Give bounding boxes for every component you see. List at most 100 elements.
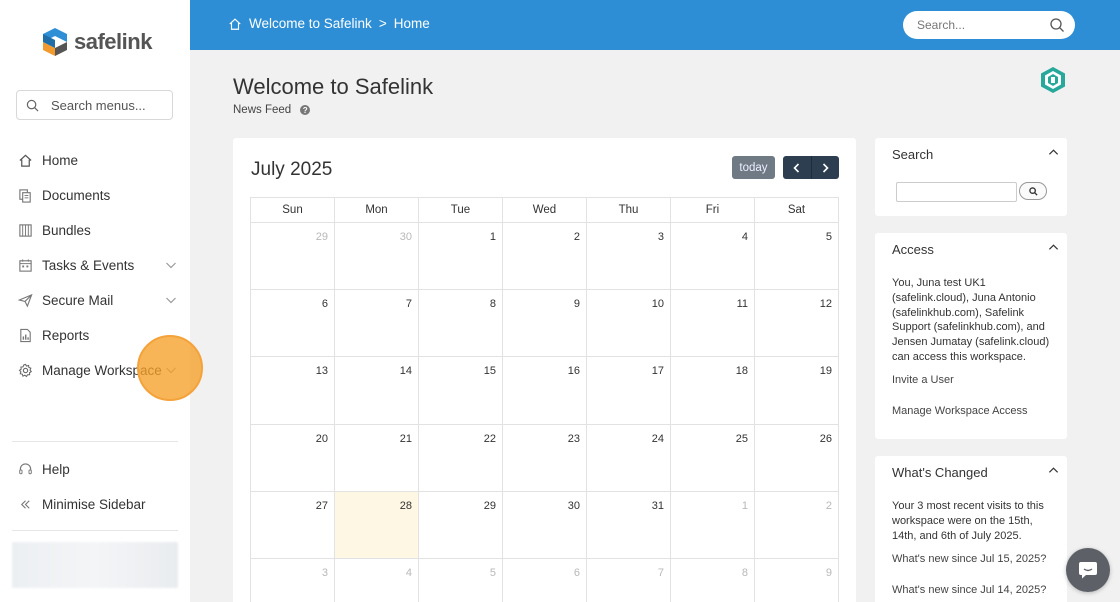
chevron-up-icon[interactable] bbox=[1048, 465, 1059, 476]
calendar-day[interactable]: 13 bbox=[251, 357, 335, 425]
user-profile-blurred[interactable] bbox=[12, 542, 178, 588]
calendar-day[interactable]: 14 bbox=[335, 357, 419, 425]
invite-user-link[interactable]: Invite a User bbox=[892, 374, 954, 386]
calendar-day[interactable]: 20 bbox=[251, 424, 335, 492]
panel-title: What's Changed bbox=[892, 465, 988, 480]
sidebar-item-tasks-events[interactable]: Tasks & Events bbox=[0, 248, 190, 283]
chevron-down-icon[interactable] bbox=[165, 259, 177, 271]
calendar-day[interactable]: 17 bbox=[587, 357, 671, 425]
calendar-day[interactable]: 11 bbox=[671, 290, 755, 358]
prev-month-button[interactable] bbox=[783, 156, 812, 179]
chevron-down-icon[interactable] bbox=[165, 294, 177, 306]
calendar-day[interactable]: 23 bbox=[503, 424, 587, 492]
calendar-day[interactable]: 9 bbox=[503, 290, 587, 358]
calendar-day[interactable]: 9 bbox=[755, 558, 839, 602]
calendar-day[interactable]: 5 bbox=[419, 558, 503, 602]
divider bbox=[12, 530, 178, 531]
breadcrumb-separator: > bbox=[378, 16, 387, 31]
global-search[interactable] bbox=[903, 11, 1075, 39]
weekday-label: Wed bbox=[503, 198, 587, 223]
calendar-day[interactable]: 6 bbox=[503, 558, 587, 602]
calendar-day[interactable]: 31 bbox=[587, 491, 671, 559]
calendar-day[interactable]: 22 bbox=[419, 424, 503, 492]
sidebar-item-documents[interactable]: Documents bbox=[0, 178, 190, 213]
home-icon[interactable] bbox=[228, 17, 242, 31]
access-panel: Access You, Juna test UK1 (safelink.clou… bbox=[875, 233, 1067, 439]
calendar-day[interactable]: 30 bbox=[335, 223, 419, 291]
calendar-day[interactable]: 29 bbox=[419, 491, 503, 559]
calendar-day[interactable]: 2 bbox=[503, 223, 587, 291]
chevron-up-icon[interactable] bbox=[1048, 147, 1059, 158]
sidebar-item-secure-mail[interactable]: Secure Mail bbox=[0, 283, 190, 318]
calendar-day[interactable]: 24 bbox=[587, 424, 671, 492]
today-button[interactable]: today bbox=[732, 156, 775, 179]
calendar-day[interactable]: 21 bbox=[335, 424, 419, 492]
calendar-day[interactable]: 12 bbox=[755, 290, 839, 358]
weekday-header: Sun Mon Tue Wed Thu Fri Sat bbox=[251, 198, 839, 223]
reports-icon bbox=[18, 328, 33, 343]
calendar-day[interactable]: 1 bbox=[419, 223, 503, 291]
sidebar-item-label: Home bbox=[42, 153, 79, 168]
menu-search-input[interactable] bbox=[51, 97, 161, 113]
manage-access-link[interactable]: Manage Workspace Access bbox=[892, 405, 1028, 417]
sidebar-item-home[interactable]: Home bbox=[0, 143, 190, 178]
page-title: Welcome to Safelink bbox=[233, 74, 434, 99]
calendar-day[interactable]: 19 bbox=[755, 357, 839, 425]
minimise-label: Minimise Sidebar bbox=[42, 497, 146, 512]
calendar-day[interactable]: 5 bbox=[755, 223, 839, 291]
chat-button[interactable] bbox=[1066, 548, 1110, 592]
calendar-day[interactable]: 27 bbox=[251, 491, 335, 559]
global-search-input[interactable] bbox=[917, 18, 1037, 32]
minimise-sidebar-button[interactable]: Minimise Sidebar bbox=[0, 487, 190, 522]
topbar: Welcome to Safelink > Home bbox=[190, 0, 1120, 50]
calendar-day[interactable]: 4 bbox=[335, 558, 419, 602]
chat-icon bbox=[1079, 562, 1097, 579]
recent-visits-text: Your 3 most recent visits to this worksp… bbox=[892, 500, 1044, 542]
home-icon bbox=[18, 153, 33, 168]
calendar-day[interactable]: 25 bbox=[671, 424, 755, 492]
panel-search-button[interactable] bbox=[1019, 182, 1047, 200]
menu-search[interactable] bbox=[16, 90, 173, 120]
chevron-right-icon bbox=[822, 162, 829, 173]
help-label: Help bbox=[42, 462, 70, 477]
whats-new-link[interactable]: What's new since Jul 14, 2025? bbox=[892, 584, 1046, 596]
search-icon bbox=[26, 99, 39, 111]
brand-name: safelink bbox=[74, 29, 152, 54]
safelink-logo-icon bbox=[43, 28, 67, 56]
weekday-label: Sat bbox=[755, 198, 839, 223]
chevron-up-icon[interactable] bbox=[1048, 242, 1059, 253]
sidebar-item-bundles[interactable]: Bundles bbox=[0, 213, 190, 248]
calendar-day[interactable]: 16 bbox=[503, 357, 587, 425]
calendar-day[interactable]: 15 bbox=[419, 357, 503, 425]
calendar-day[interactable]: 4 bbox=[671, 223, 755, 291]
headset-icon bbox=[18, 462, 33, 477]
calendar-day[interactable]: 7 bbox=[587, 558, 671, 602]
search-icon[interactable] bbox=[1049, 17, 1065, 33]
calendar-day[interactable]: 7 bbox=[335, 290, 419, 358]
calendar-day[interactable]: 3 bbox=[587, 223, 671, 291]
calendar-day[interactable]: 1 bbox=[671, 491, 755, 559]
calendar-day[interactable]: 30 bbox=[503, 491, 587, 559]
safelink-logo[interactable]: safelink bbox=[40, 26, 152, 58]
calendar-day[interactable]: 8 bbox=[671, 558, 755, 602]
whats-new-link[interactable]: What's new since Jul 15, 2025? bbox=[892, 553, 1046, 565]
panel-search-input[interactable] bbox=[896, 182, 1017, 202]
calendar-day[interactable]: 8 bbox=[419, 290, 503, 358]
calendar-day[interactable]: 26 bbox=[755, 424, 839, 492]
click-highlight bbox=[137, 335, 203, 401]
search-panel: Search bbox=[875, 138, 1067, 216]
sidebar-item-help[interactable]: Help bbox=[0, 452, 190, 487]
sidebar-item-label: Tasks & Events bbox=[42, 258, 135, 273]
next-month-button[interactable] bbox=[812, 156, 840, 179]
calendar-day[interactable]: 6 bbox=[251, 290, 335, 358]
calendar-day-today[interactable]: 28 bbox=[335, 491, 419, 559]
calendar-day[interactable]: 10 bbox=[587, 290, 671, 358]
workspace-icon[interactable] bbox=[1040, 66, 1066, 94]
calendar-day[interactable]: 2 bbox=[755, 491, 839, 559]
help-icon[interactable]: ? bbox=[300, 105, 311, 115]
gear-icon bbox=[18, 363, 33, 378]
calendar-day[interactable]: 29 bbox=[251, 223, 335, 291]
breadcrumb-root[interactable]: Welcome to Safelink bbox=[249, 16, 372, 31]
calendar-day[interactable]: 18 bbox=[671, 357, 755, 425]
calendar-day[interactable]: 3 bbox=[251, 558, 335, 602]
